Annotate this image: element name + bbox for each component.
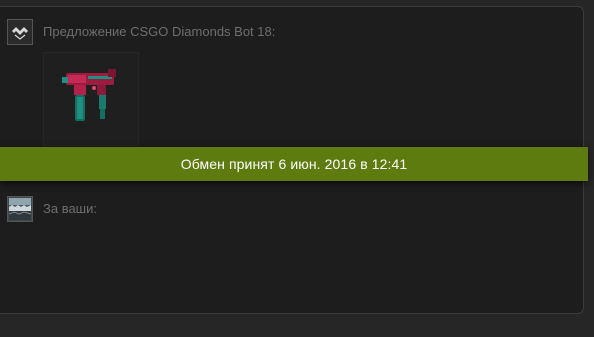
trade-status-text: Обмен принят 6 июн. 2016 в 12:41 [180, 156, 408, 172]
user-avatar[interactable] [7, 196, 33, 222]
their-offer-header: Предложение CSGO Diamonds Bot 18: [7, 19, 275, 45]
bot-avatar-icon [10, 22, 30, 42]
trade-item[interactable] [43, 52, 139, 146]
user-avatar-icon [9, 198, 31, 220]
weapon-skin-icon [62, 69, 116, 121]
your-offer-label: За ваши: [43, 201, 97, 216]
their-offer-label: Предложение CSGO Diamonds Bot 18: [43, 24, 276, 39]
your-offer-header: За ваши: [7, 196, 97, 222]
bot-avatar[interactable] [7, 19, 33, 45]
trade-status-banner: Обмен принят 6 июн. 2016 в 12:41 [0, 147, 588, 181]
